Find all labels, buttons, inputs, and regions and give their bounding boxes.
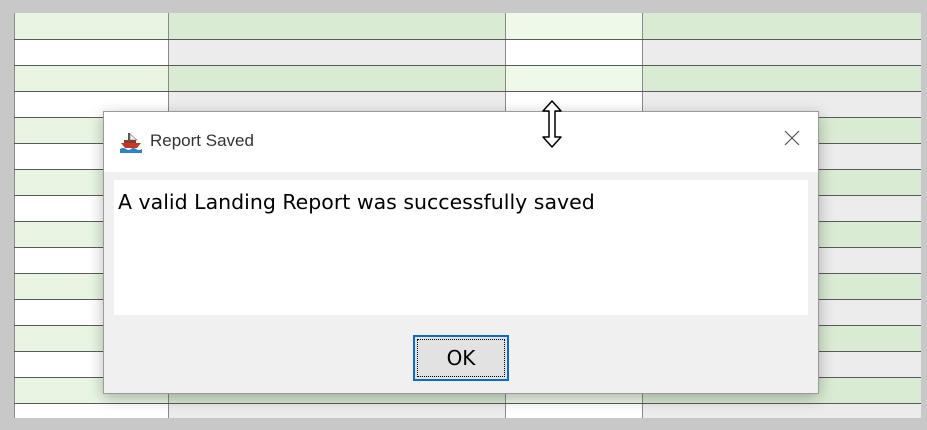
table-row[interactable] [14, 402, 921, 418]
table-cell[interactable] [14, 38, 169, 66]
table-cell[interactable] [505, 13, 643, 40]
table-cell[interactable] [168, 64, 506, 92]
ok-button[interactable]: OK [413, 335, 509, 381]
resize-vertical-cursor-icon [541, 100, 563, 148]
dialog-titlebar: Report Saved [104, 112, 818, 172]
table-cell[interactable] [168, 13, 506, 40]
close-button[interactable] [772, 122, 812, 158]
table-cell[interactable] [168, 38, 506, 66]
report-saved-dialog: Report Saved A valid Landing Report was … [103, 111, 819, 394]
dialog-title: Report Saved [150, 131, 254, 150]
table-cell[interactable] [642, 402, 921, 418]
table-cell[interactable] [642, 64, 921, 92]
ok-button-label: OK [417, 339, 505, 377]
table-cell[interactable] [505, 38, 643, 66]
ship-icon [120, 131, 142, 153]
table-cell[interactable] [505, 64, 643, 92]
table-cell[interactable] [505, 402, 643, 418]
table-cell[interactable] [14, 13, 169, 40]
table-cell[interactable] [168, 402, 506, 418]
table-row[interactable] [14, 64, 921, 92]
dialog-message-area: A valid Landing Report was successfully … [114, 180, 808, 315]
table-cell[interactable] [14, 64, 169, 92]
close-icon [783, 129, 801, 151]
table-row[interactable] [14, 13, 921, 40]
dialog-message: A valid Landing Report was successfully … [118, 190, 595, 214]
table-cell[interactable] [14, 402, 169, 418]
table-cell[interactable] [642, 38, 921, 66]
table-row[interactable] [14, 38, 921, 66]
table-cell[interactable] [642, 13, 921, 40]
